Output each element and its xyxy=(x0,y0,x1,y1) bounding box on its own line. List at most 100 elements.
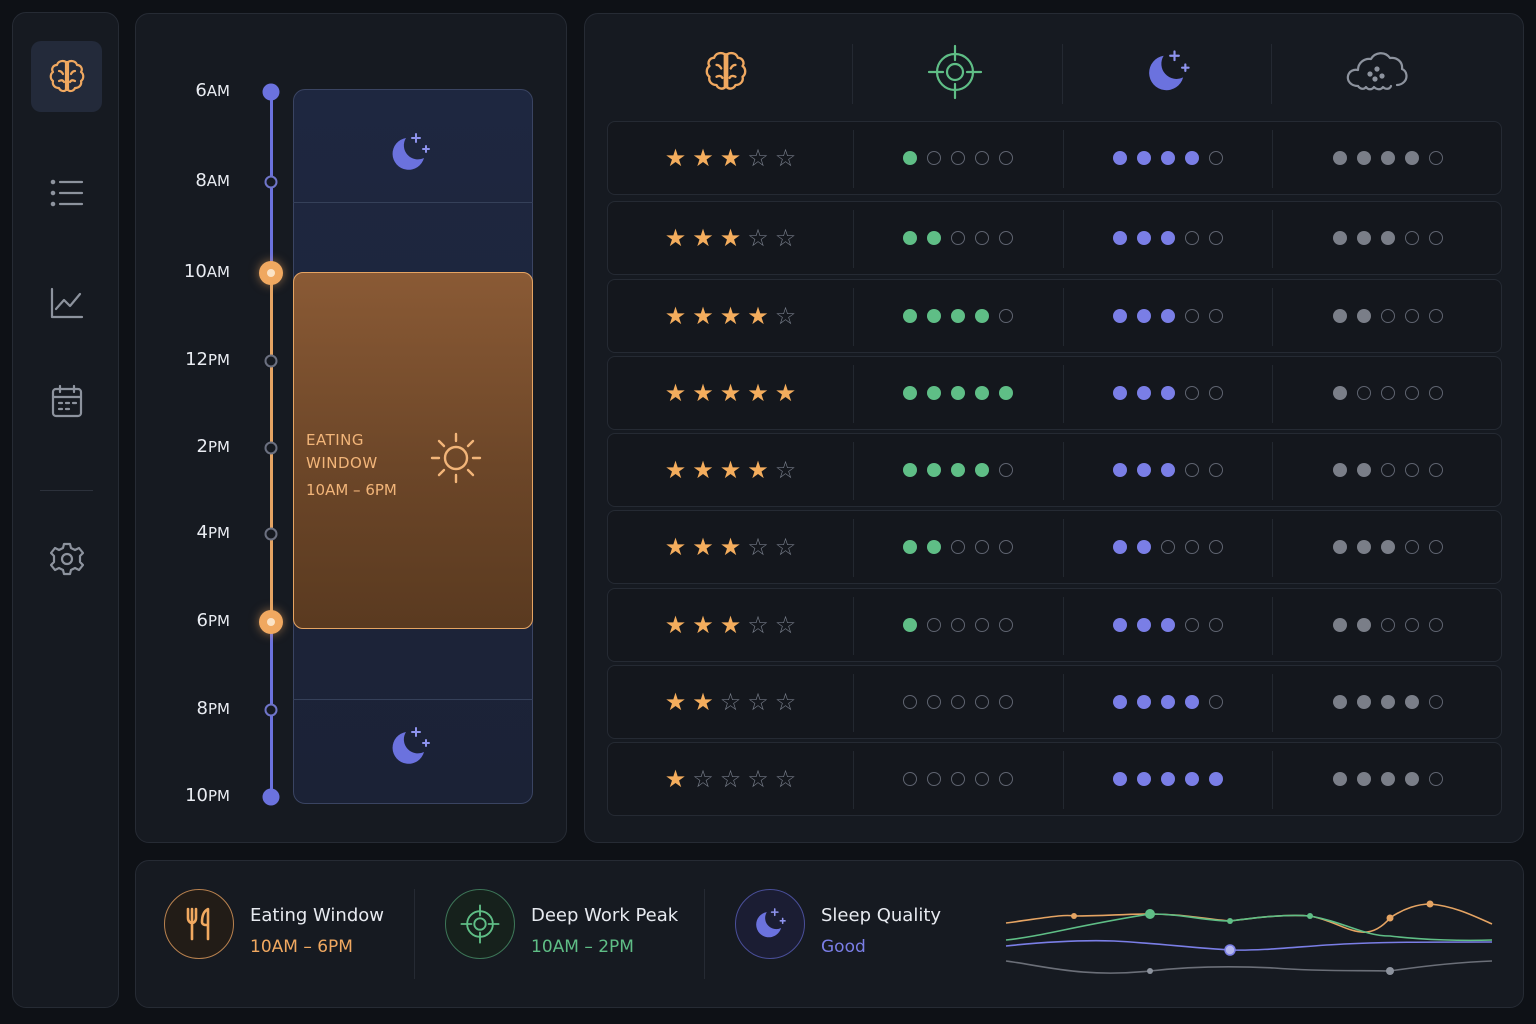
sidebar-item-brain[interactable] xyxy=(31,41,102,112)
dot-empty[interactable] xyxy=(999,463,1013,477)
dot-filled[interactable] xyxy=(1356,151,1371,165)
star-empty-icon[interactable]: ☆ xyxy=(775,146,797,170)
rating-dots-focus[interactable] xyxy=(853,666,1063,738)
dot-empty[interactable] xyxy=(1404,231,1419,245)
dot-empty[interactable] xyxy=(903,772,917,786)
star-filled-icon[interactable]: ★ xyxy=(665,535,687,559)
dot-filled[interactable] xyxy=(1112,695,1127,709)
dot-empty[interactable] xyxy=(1404,540,1419,554)
dot-empty[interactable] xyxy=(1428,309,1443,323)
dot-filled[interactable] xyxy=(927,309,941,323)
dot-filled[interactable] xyxy=(1356,772,1371,786)
dot-filled[interactable] xyxy=(903,540,917,554)
dot-filled[interactable] xyxy=(1112,463,1127,477)
dot-filled[interactable] xyxy=(1356,463,1371,477)
rating-stars[interactable]: ★ ★ ★ ☆ ☆ xyxy=(608,202,853,274)
dot-empty[interactable] xyxy=(999,151,1013,165)
dot-empty[interactable] xyxy=(951,231,965,245)
rating-stars[interactable]: ★ ☆ ☆ ☆ ☆ xyxy=(608,743,853,815)
dot-empty[interactable] xyxy=(927,772,941,786)
star-filled-icon[interactable]: ★ xyxy=(665,226,687,250)
dot-filled[interactable] xyxy=(903,618,917,632)
table-row[interactable]: ★ ★ ★ ☆ ☆ xyxy=(607,201,1502,275)
star-filled-icon[interactable]: ★ xyxy=(665,146,687,170)
dot-filled[interactable] xyxy=(1332,151,1347,165)
dot-filled[interactable] xyxy=(1160,151,1175,165)
table-row[interactable]: ★ ★ ★ ★ ☆ xyxy=(607,433,1502,507)
dot-filled[interactable] xyxy=(1136,695,1151,709)
star-empty-icon[interactable]: ☆ xyxy=(720,767,742,791)
rating-dots-sleep[interactable] xyxy=(1063,589,1272,661)
dot-empty[interactable] xyxy=(927,695,941,709)
dot-empty[interactable] xyxy=(999,618,1013,632)
dot-filled[interactable] xyxy=(999,386,1013,400)
star-empty-icon[interactable]: ☆ xyxy=(747,226,769,250)
star-empty-icon[interactable]: ☆ xyxy=(775,613,797,637)
star-empty-icon[interactable]: ☆ xyxy=(775,535,797,559)
dot-filled[interactable] xyxy=(927,540,941,554)
dot-filled[interactable] xyxy=(1136,540,1151,554)
dot-empty[interactable] xyxy=(1208,151,1223,165)
dot-filled[interactable] xyxy=(1112,151,1127,165)
dot-filled[interactable] xyxy=(1380,231,1395,245)
rating-dots-focus[interactable] xyxy=(853,589,1063,661)
rating-dots-sleep[interactable] xyxy=(1063,511,1272,583)
dot-empty[interactable] xyxy=(1428,231,1443,245)
star-filled-icon[interactable]: ★ xyxy=(665,767,687,791)
rating-dots-sleep[interactable] xyxy=(1063,666,1272,738)
rating-dots-sleep[interactable] xyxy=(1063,202,1272,274)
star-filled-icon[interactable]: ★ xyxy=(692,381,714,405)
rating-dots-mood[interactable] xyxy=(1272,743,1503,815)
star-empty-icon[interactable]: ☆ xyxy=(747,535,769,559)
timeline-marker[interactable] xyxy=(259,610,283,634)
dot-filled[interactable] xyxy=(951,309,965,323)
dot-filled[interactable] xyxy=(1112,386,1127,400)
rating-dots-mood[interactable] xyxy=(1272,666,1503,738)
dot-filled[interactable] xyxy=(1380,772,1395,786)
dot-empty[interactable] xyxy=(1184,386,1199,400)
dot-empty[interactable] xyxy=(975,618,989,632)
star-filled-icon[interactable]: ★ xyxy=(720,146,742,170)
dot-empty[interactable] xyxy=(1428,772,1443,786)
dot-filled[interactable] xyxy=(1208,772,1223,786)
dot-filled[interactable] xyxy=(1160,618,1175,632)
dot-filled[interactable] xyxy=(1404,772,1419,786)
dot-filled[interactable] xyxy=(1356,231,1371,245)
dot-filled[interactable] xyxy=(927,386,941,400)
star-empty-icon[interactable]: ☆ xyxy=(775,458,797,482)
column-header-focus[interactable] xyxy=(915,42,995,102)
star-empty-icon[interactable]: ☆ xyxy=(747,690,769,714)
dot-empty[interactable] xyxy=(1428,618,1443,632)
star-filled-icon[interactable]: ★ xyxy=(720,535,742,559)
dot-filled[interactable] xyxy=(1184,772,1199,786)
dot-filled[interactable] xyxy=(1332,386,1347,400)
table-row[interactable]: ★ ★ ★ ★ ★ xyxy=(607,356,1502,430)
dot-empty[interactable] xyxy=(1380,618,1395,632)
dot-empty[interactable] xyxy=(975,151,989,165)
dot-empty[interactable] xyxy=(1428,695,1443,709)
dot-filled[interactable] xyxy=(1380,695,1395,709)
dot-filled[interactable] xyxy=(903,386,917,400)
dot-filled[interactable] xyxy=(1112,309,1127,323)
rating-stars[interactable]: ★ ★ ☆ ☆ ☆ xyxy=(608,666,853,738)
dot-filled[interactable] xyxy=(975,386,989,400)
dot-empty[interactable] xyxy=(1208,231,1223,245)
dot-filled[interactable] xyxy=(1184,151,1199,165)
sidebar-item-list[interactable] xyxy=(31,157,102,228)
dot-filled[interactable] xyxy=(1136,463,1151,477)
rating-stars[interactable]: ★ ★ ★ ★ ★ xyxy=(608,357,853,429)
rating-dots-focus[interactable] xyxy=(853,202,1063,274)
star-filled-icon[interactable]: ★ xyxy=(775,381,797,405)
rating-stars[interactable]: ★ ★ ★ ★ ☆ xyxy=(608,434,853,506)
star-filled-icon[interactable]: ★ xyxy=(692,146,714,170)
dot-filled[interactable] xyxy=(1160,386,1175,400)
dot-filled[interactable] xyxy=(1112,772,1127,786)
dot-filled[interactable] xyxy=(1184,695,1199,709)
rating-dots-sleep[interactable] xyxy=(1063,280,1272,352)
rating-dots-focus[interactable] xyxy=(853,743,1063,815)
dot-filled[interactable] xyxy=(1160,309,1175,323)
dot-empty[interactable] xyxy=(1356,386,1371,400)
dot-filled[interactable] xyxy=(903,463,917,477)
star-filled-icon[interactable]: ★ xyxy=(720,613,742,637)
sidebar-item-chart[interactable] xyxy=(31,267,102,338)
